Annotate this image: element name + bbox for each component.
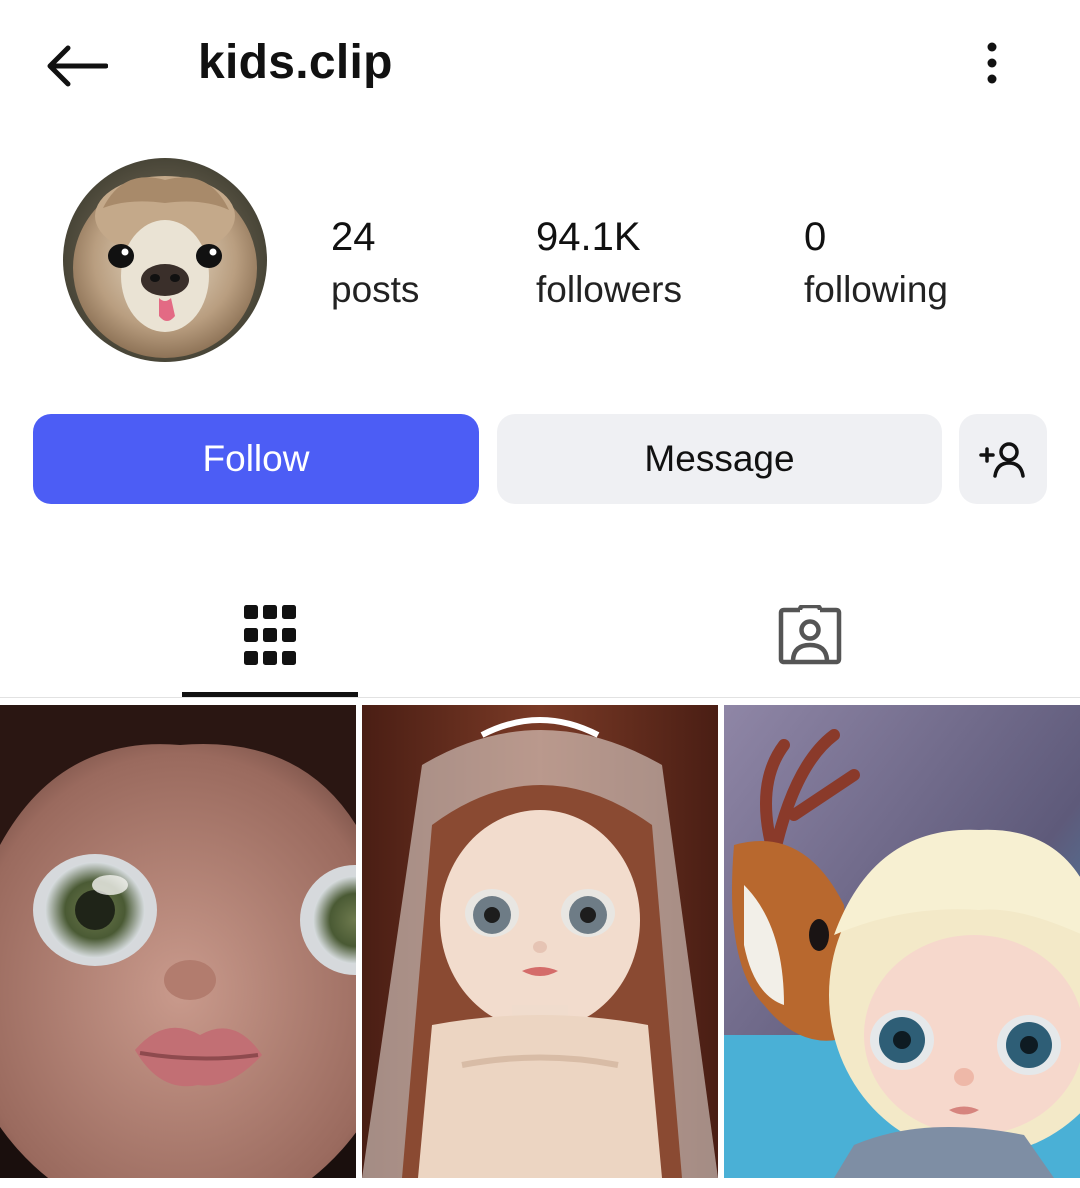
post-thumbnail-1[interactable] xyxy=(0,705,356,1178)
suggest-users-button[interactable] xyxy=(959,414,1047,504)
posts-stat[interactable]: 24 posts xyxy=(331,212,419,318)
following-count: 0 xyxy=(804,215,827,259)
blonde-doll-with-deer-thumbnail xyxy=(724,705,1080,1178)
add-user-icon xyxy=(979,442,1025,478)
followers-label: followers xyxy=(536,269,682,310)
follow-button[interactable]: Follow xyxy=(33,414,479,504)
profile-username: kids.clip xyxy=(198,36,393,89)
arrow-left-icon xyxy=(47,45,108,87)
following-stat[interactable]: 0 following xyxy=(804,212,948,318)
doll-closeup-thumbnail xyxy=(0,705,356,1178)
followers-stat[interactable]: 94.1K followers xyxy=(536,212,682,318)
message-button-label: Message xyxy=(644,438,795,479)
back-button[interactable] xyxy=(40,30,112,102)
bride-doll-thumbnail xyxy=(362,705,718,1178)
following-label: following xyxy=(804,269,948,310)
alpaca-avatar[interactable] xyxy=(63,158,267,362)
grid-icon xyxy=(244,605,296,665)
post-thumbnail-2[interactable] xyxy=(362,705,718,1178)
followers-count: 94.1K xyxy=(536,215,641,259)
posts-label: posts xyxy=(331,269,420,310)
grid-bottom-edge xyxy=(0,1180,1080,1188)
tagged-person-icon xyxy=(778,605,842,665)
tab-tagged[interactable] xyxy=(722,580,898,690)
follow-button-label: Follow xyxy=(202,438,310,479)
tab-posts-grid[interactable] xyxy=(182,580,358,690)
tab-divider xyxy=(0,697,1080,698)
more-vertical-icon xyxy=(987,42,997,84)
post-thumbnail-3[interactable] xyxy=(724,705,1080,1178)
posts-count: 24 xyxy=(331,215,376,259)
message-button[interactable]: Message xyxy=(497,414,942,504)
more-options-button[interactable] xyxy=(962,30,1022,96)
